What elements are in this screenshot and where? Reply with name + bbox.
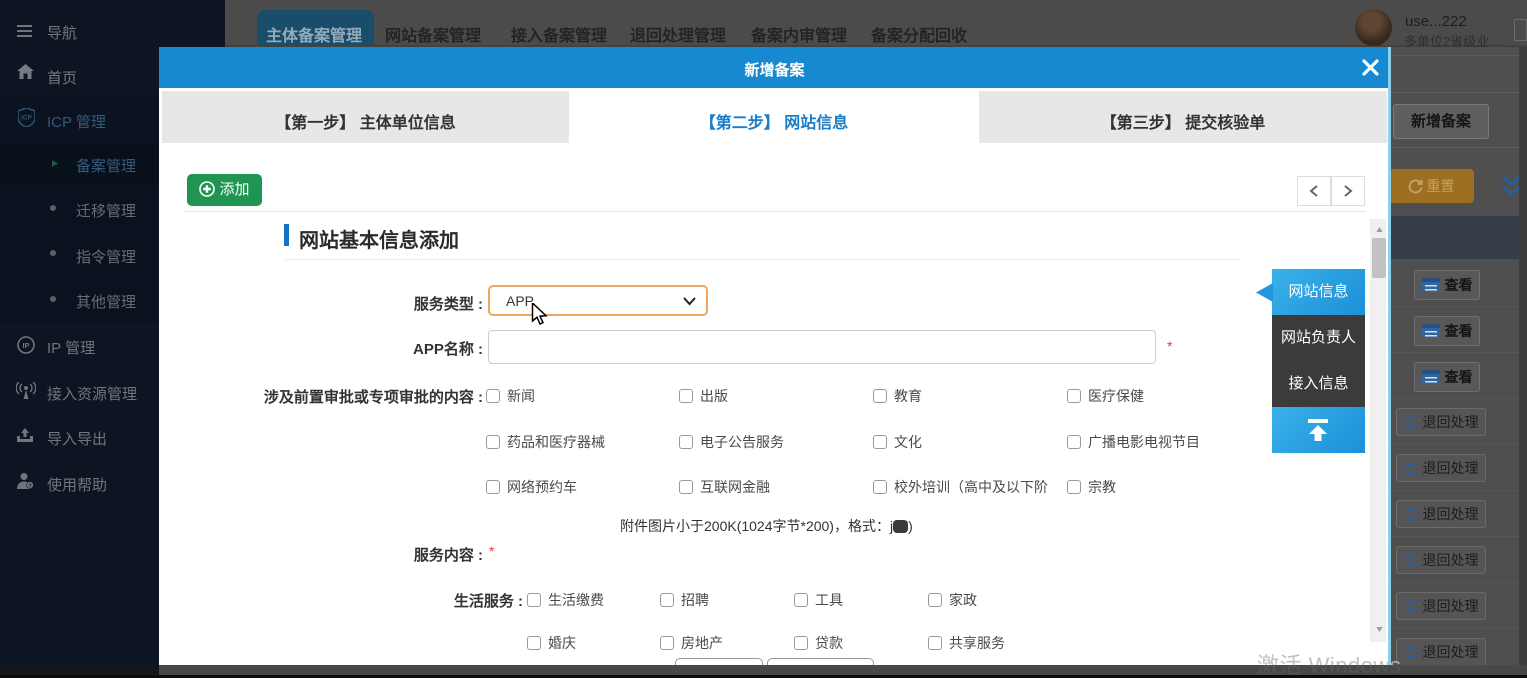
svg-text:ICP: ICP bbox=[21, 115, 33, 122]
svg-text:IP: IP bbox=[22, 341, 29, 350]
